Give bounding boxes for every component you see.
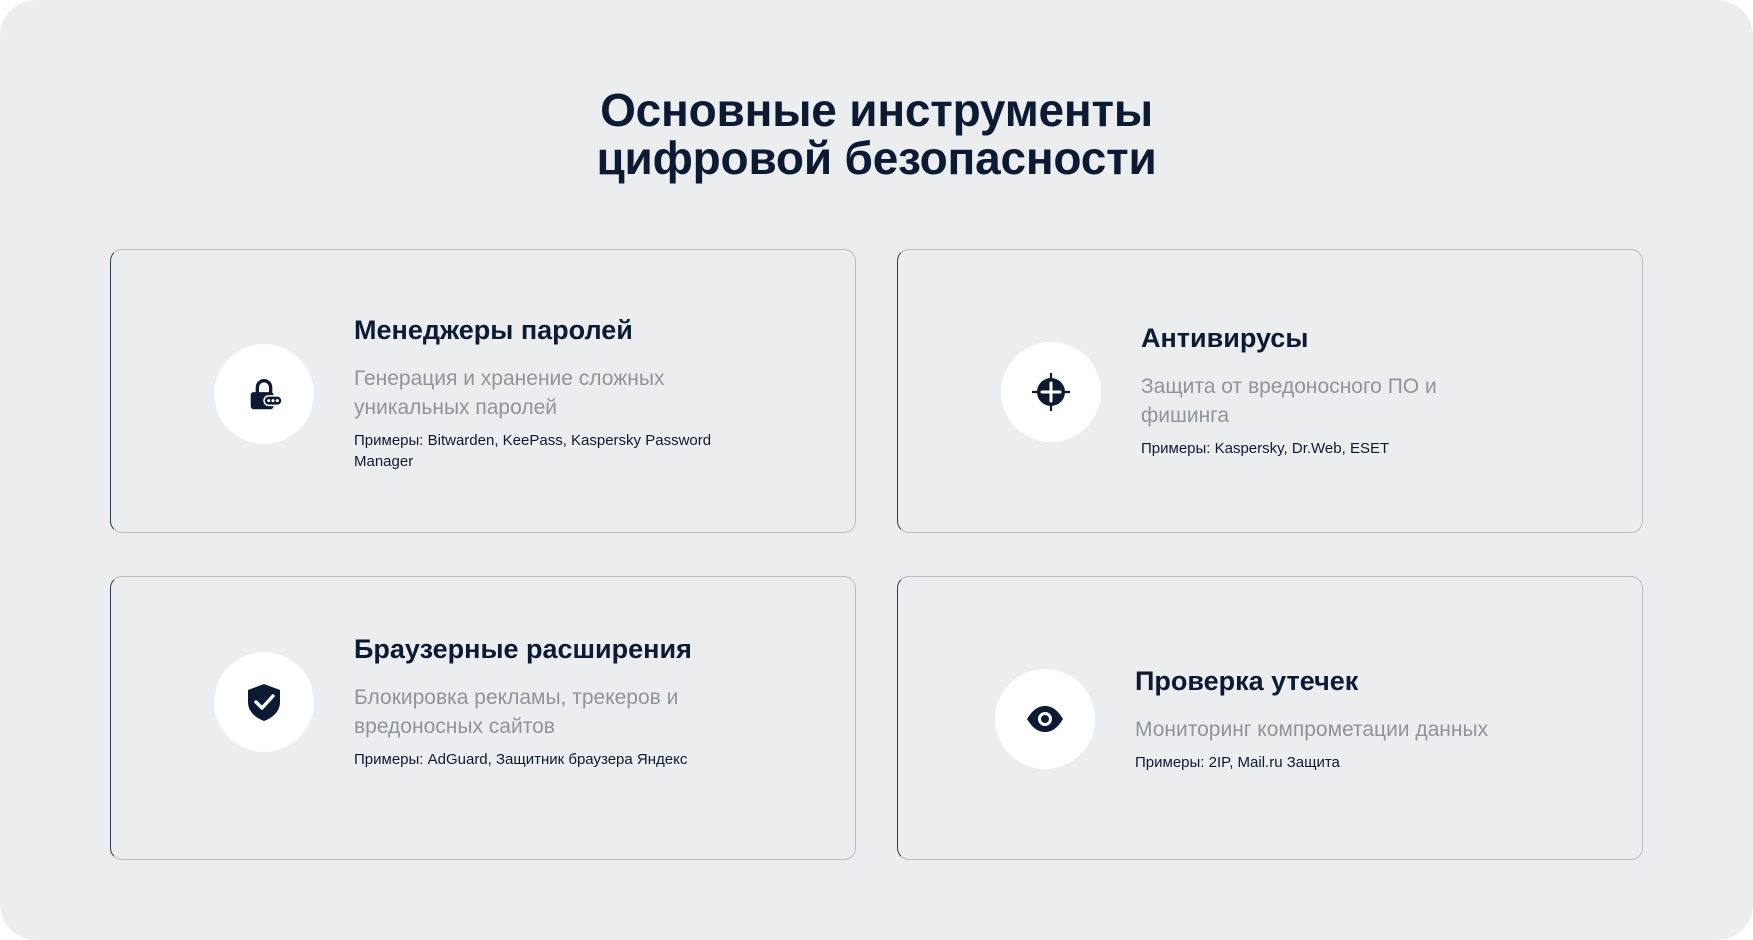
card-title: Менеджеры паролей — [354, 315, 633, 345]
card-examples: Примеры: 2IP, Mail.ru Защита — [1135, 754, 1340, 771]
card-description: Блокировка рекламы, трекеров и вредоносн… — [354, 686, 679, 738]
icon-circle — [214, 652, 314, 752]
card-antivirus: Антивирусы Защита от вредоносного ПО и ф… — [897, 249, 1643, 533]
card-text: Антивирусы Защита от вредоносного ПО и ф… — [1141, 322, 1561, 459]
card-password-managers: Менеджеры паролей Генерация и хранение с… — [110, 249, 856, 533]
card-examples: Примеры: Bitwarden, KeePass, Kaspersky P… — [354, 432, 712, 470]
card-title: Проверка утечек — [1135, 666, 1359, 696]
lock-icon — [250, 379, 283, 410]
icon-circle — [1001, 342, 1101, 442]
card-examples: Примеры: Kaspersky, Dr.Web, ESET — [1141, 440, 1390, 457]
card-leak-check: Проверка утечек Мониторинг компрометации… — [897, 576, 1643, 860]
icon-circle — [214, 344, 314, 444]
icon-circle — [995, 669, 1095, 769]
card-title: Антивирусы — [1141, 323, 1309, 353]
card-text: Браузерные расширения Блокировка рекламы… — [354, 633, 774, 770]
card-description: Генерация и хранение сложных уникальных … — [354, 367, 665, 419]
crosshair-plus-icon — [1032, 373, 1070, 411]
card-description: Мониторинг компрометации данных — [1135, 718, 1489, 741]
card-description: Защита от вредоносного ПО и фишинга — [1141, 375, 1437, 427]
card-title: Браузерные расширения — [354, 634, 692, 664]
card-text: Проверка утечек Мониторинг компрометации… — [1135, 665, 1555, 773]
eye-icon — [1027, 706, 1063, 732]
page-title: Основные инструменты цифровой безопаснос… — [0, 86, 1753, 182]
card-examples: Примеры: AdGuard, Защитник браузера Янде… — [354, 751, 688, 768]
card-browser-extensions: Браузерные расширения Блокировка рекламы… — [110, 576, 856, 860]
page-title-line-2: цифровой безопасности — [596, 132, 1157, 184]
page-panel: Основные инструменты цифровой безопаснос… — [0, 0, 1753, 940]
shield-check-icon — [248, 684, 280, 721]
page-title-line-1: Основные инструменты — [600, 84, 1153, 136]
card-text: Менеджеры паролей Генерация и хранение с… — [354, 314, 754, 472]
